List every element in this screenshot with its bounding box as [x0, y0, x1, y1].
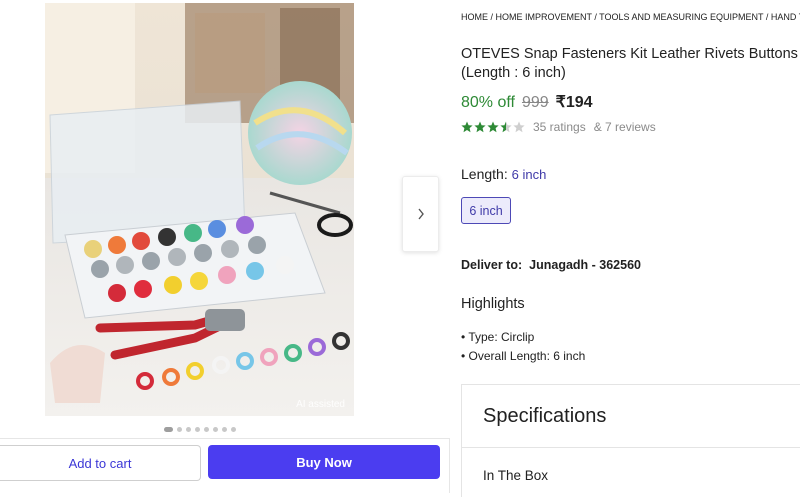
product-title-line: (Length : 6 inch) [461, 65, 566, 81]
carousel-dot[interactable] [195, 427, 200, 432]
star-icon [461, 121, 473, 133]
next-image-button[interactable] [402, 176, 439, 252]
empty-star-icon [513, 121, 525, 133]
carousel-dot[interactable] [186, 427, 191, 432]
rating-row[interactable]: 35 ratings & 7 reviews [461, 120, 656, 134]
discount-badge: 80% off [461, 94, 515, 111]
carousel-dot[interactable] [204, 427, 209, 432]
product-image[interactable]: AI assisted [45, 3, 354, 416]
length-selected-value: 6 inch [511, 167, 547, 182]
star-rating [461, 121, 525, 133]
length-option-chip[interactable]: 6 inch [461, 197, 511, 224]
delivery-location[interactable]: Deliver to: Junagadh - 362560 [461, 258, 641, 272]
original-price: 999 [521, 94, 549, 111]
carousel-dot[interactable] [164, 427, 173, 432]
reviews-count: & 7 reviews [593, 120, 656, 134]
product-title: OTEVES Snap Fasteners Kit Leather Rivets… [461, 45, 800, 83]
add-to-cart-button[interactable]: Add to cart [0, 445, 201, 481]
carousel-dot[interactable] [177, 427, 182, 432]
half-star-icon [500, 121, 512, 133]
delivery-address: Junagadh - 362560 [529, 258, 641, 272]
divider [462, 447, 800, 448]
length-label-row: Length: 6 inch [461, 166, 546, 182]
carousel-dot[interactable] [231, 427, 236, 432]
carousel-dot[interactable] [222, 427, 227, 432]
breadcrumb[interactable]: HOME / HOME IMPROVEMENT / TOOLS AND MEAS… [461, 12, 800, 22]
specifications-heading: Specifications [483, 405, 607, 427]
in-the-box-section[interactable]: In The Box [483, 468, 548, 483]
ratings-count: 35 ratings [533, 120, 586, 134]
image-carousel-dots [164, 427, 236, 432]
buy-now-button[interactable]: Buy Now [208, 445, 440, 479]
star-icon [474, 121, 486, 133]
product-photo [45, 3, 354, 416]
product-title-line: OTEVES Snap Fasteners Kit Leather Rivets… [461, 46, 800, 62]
chevron-right-icon [417, 208, 424, 220]
highlight-item: • Type: Circlip [461, 330, 535, 344]
highlight-item: • Overall Length: 6 inch [461, 349, 586, 363]
highlights-list: • Type: Circlip • Overall Length: 6 inch [461, 328, 585, 366]
carousel-dot[interactable] [213, 427, 218, 432]
deliver-to-label: Deliver to: [461, 258, 523, 272]
star-icon [487, 121, 499, 133]
length-label: Length: [461, 166, 508, 182]
highlights-heading: Highlights [461, 296, 525, 312]
ai-assisted-tag: AI assisted [296, 399, 345, 410]
price-row: 80% off 999 ₹194 [461, 92, 593, 112]
selling-price: ₹194 [555, 94, 593, 111]
